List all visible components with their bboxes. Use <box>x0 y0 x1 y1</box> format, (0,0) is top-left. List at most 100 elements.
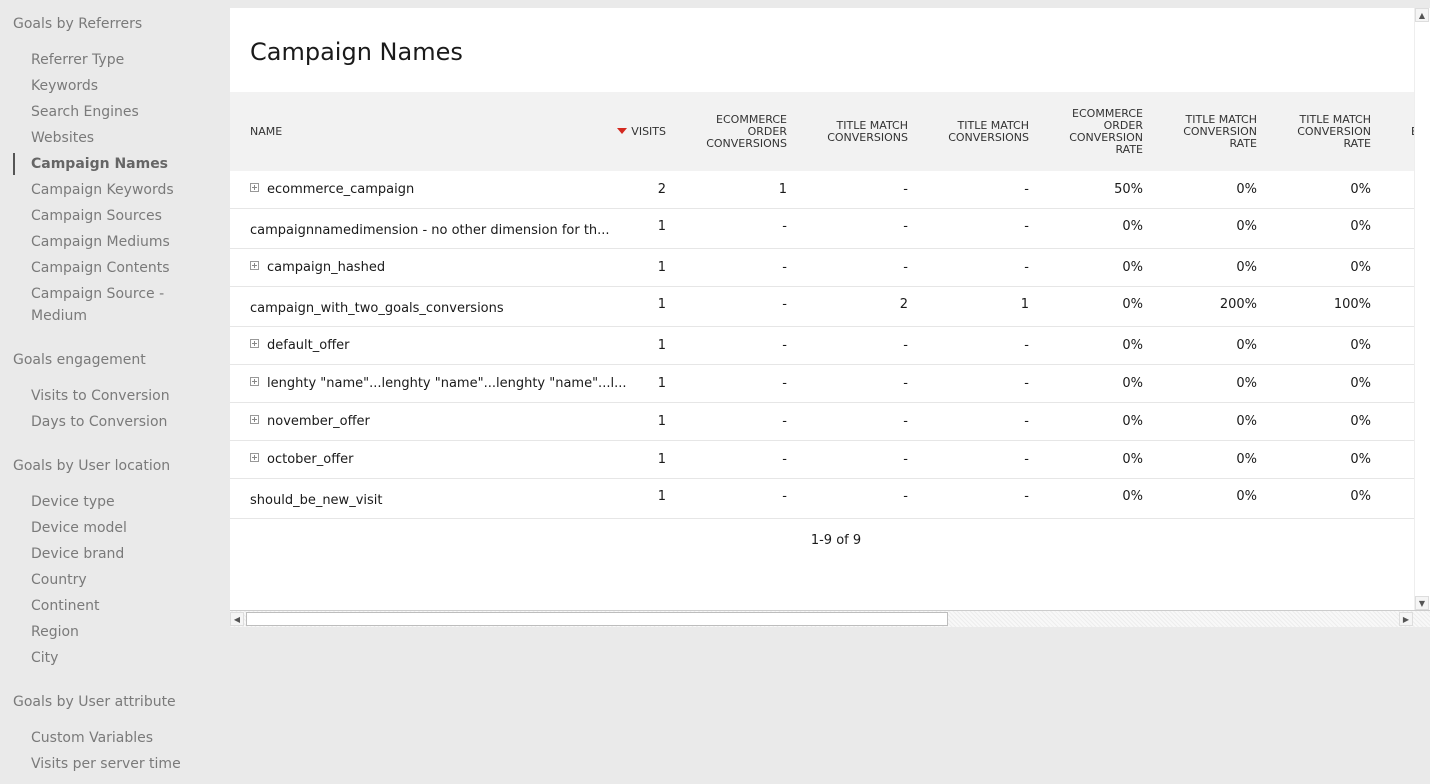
plus-square-icon[interactable] <box>250 183 259 192</box>
row-value: - <box>782 219 787 234</box>
group-title-user-attribute: Goals by User attribute <box>13 694 176 710</box>
row-value: 0% <box>1350 260 1371 275</box>
plus-square-icon[interactable] <box>250 415 259 424</box>
nav-item-visits-per-server-time[interactable]: Visits per server time <box>31 753 216 775</box>
row-label: campaignnamedimension - no other dimensi… <box>250 223 610 238</box>
plus-square-icon[interactable] <box>250 453 259 462</box>
row-label[interactable]: november_offer <box>250 414 630 429</box>
plus-square-icon[interactable] <box>250 261 259 270</box>
table-row[interactable]: campaign_hashed 1 - - - 0% 0% 0% <box>230 249 1414 287</box>
row-value: 100% <box>1333 297 1371 312</box>
column-header-title-match-conversion-rate-1[interactable]: TITLE MATCH CONVERSION RATE <box>1167 92 1257 171</box>
nav-item-device-brand[interactable]: Device brand <box>31 543 216 565</box>
row-value: 1 <box>657 414 666 429</box>
nav-item-referrer-type[interactable]: Referrer Type <box>31 49 216 71</box>
group-title-referrers: Goals by Referrers <box>13 16 143 32</box>
pagination-info: 1-9 of 9 <box>810 533 862 548</box>
column-header-title-match-conversion-rate-2[interactable]: TITLE MATCH CONVERSION RATE <box>1281 92 1371 171</box>
row-label[interactable]: october_offer <box>250 452 630 467</box>
vertical-scrollbar[interactable]: ▲ ▼ <box>1414 8 1430 611</box>
nav-item-campaign-keywords[interactable]: Campaign Keywords <box>31 179 216 201</box>
row-value: - <box>1024 219 1029 234</box>
nav-item-campaign-source-medium[interactable]: Campaign Source - Medium <box>31 283 191 327</box>
row-value: - <box>1024 414 1029 429</box>
column-header-ecommerce-order-conversions[interactable]: ECOMMERCE ORDER CONVERSIONS <box>697 92 787 171</box>
row-label[interactable]: campaign_hashed <box>250 260 630 275</box>
row-value: - <box>903 489 908 504</box>
nav-item-campaign-names[interactable]: Campaign Names <box>31 153 216 175</box>
horizontal-scrollbar[interactable]: ◀ ▶ <box>230 610 1430 627</box>
arrow-down-icon[interactable]: ▼ <box>1415 596 1429 610</box>
table-body: ecommerce_campaign 2 1 - - 50% 0% 0% campaignnam… <box>230 171 1414 519</box>
nav-item-search-engines[interactable]: Search Engines <box>31 101 216 123</box>
row-value: - <box>903 452 908 467</box>
row-value: 1 <box>657 376 666 391</box>
nav-item-days-to-conversion[interactable]: Days to Conversion <box>31 411 216 433</box>
horizontal-scroll-thumb[interactable] <box>246 612 948 626</box>
table-row[interactable]: should_be_new_visit 1 - - - 0% 0% 0% <box>230 479 1414 519</box>
report-panel: Campaign Names NAME VISITS ECOMMERCE ORD… <box>230 8 1430 627</box>
column-header-ecommerce-order-conversion-rate[interactable]: ECOMMERCE ORDER CONVERSION RATE <box>1053 92 1143 171</box>
table-row[interactable]: october_offer 1 - - - 0% 0% 0% <box>230 441 1414 479</box>
page-title: Campaign Names <box>250 38 463 66</box>
nav-item-keywords[interactable]: Keywords <box>31 75 216 97</box>
row-value: 0% <box>1122 376 1143 391</box>
row-value: 0% <box>1122 338 1143 353</box>
row-value: - <box>782 489 787 504</box>
row-value: - <box>1024 452 1029 467</box>
row-value: 0% <box>1350 414 1371 429</box>
arrow-left-icon[interactable]: ◀ <box>230 612 244 626</box>
row-value: - <box>782 297 787 312</box>
row-value: 0% <box>1122 414 1143 429</box>
table-row[interactable]: default_offer 1 - - - 0% 0% 0% <box>230 327 1414 365</box>
nav-item-websites[interactable]: Websites <box>31 127 216 149</box>
arrow-up-icon[interactable]: ▲ <box>1415 8 1429 22</box>
sort-desc-icon <box>617 127 628 134</box>
plus-square-icon[interactable] <box>250 339 259 348</box>
table-row[interactable]: campaignnamedimension - no other dimensi… <box>230 209 1414 249</box>
column-header-name[interactable]: NAME <box>250 92 450 171</box>
nav-item-city[interactable]: City <box>31 647 216 669</box>
plus-square-icon[interactable] <box>250 377 259 386</box>
row-value: 1 <box>657 219 666 234</box>
row-value: - <box>782 338 787 353</box>
column-header-visits[interactable]: VISITS <box>610 92 666 171</box>
nav-item-device-type[interactable]: Device type <box>31 491 216 513</box>
active-indicator <box>13 153 15 175</box>
table-row[interactable]: campaign_with_two_goals_conversions 1 - 2 1 0… <box>230 287 1414 327</box>
row-label[interactable]: ecommerce_campaign <box>250 182 630 197</box>
nav-item-continent[interactable]: Continent <box>31 595 216 617</box>
row-value: - <box>1024 376 1029 391</box>
nav-item-campaign-mediums[interactable]: Campaign Mediums <box>31 231 216 253</box>
row-value: - <box>1024 182 1029 197</box>
row-value: 2 <box>899 297 908 312</box>
row-label[interactable]: lenghty "name"...lenghty "name"...lenght… <box>250 376 630 391</box>
row-label[interactable]: default_offer <box>250 338 630 353</box>
row-value: - <box>782 452 787 467</box>
table-row[interactable]: november_offer 1 - - - 0% 0% 0% <box>230 403 1414 441</box>
row-value: 0% <box>1350 376 1371 391</box>
arrow-right-icon[interactable]: ▶ <box>1399 612 1413 626</box>
column-header-title-match-conversions-2[interactable]: TITLE MATCH CONVERSIONS <box>934 92 1029 171</box>
column-header-title-match-conversions-1[interactable]: TITLE MATCH CONVERSIONS <box>813 92 908 171</box>
row-value: 0% <box>1350 338 1371 353</box>
group-title-engagement: Goals engagement <box>13 352 146 368</box>
nav-item-campaign-sources[interactable]: Campaign Sources <box>31 205 216 227</box>
row-value: 0% <box>1236 489 1257 504</box>
nav-item-visits-to-conversion[interactable]: Visits to Conversion <box>31 385 216 407</box>
row-value: 1 <box>1020 297 1029 312</box>
row-value: 2 <box>657 182 666 197</box>
row-value: 1 <box>657 260 666 275</box>
row-label: campaign_with_two_goals_conversions <box>250 301 504 316</box>
nav-item-country[interactable]: Country <box>31 569 216 591</box>
table-row[interactable]: lenghty "name"...lenghty "name"...lenght… <box>230 365 1414 403</box>
table-row[interactable]: ecommerce_campaign 2 1 - - 50% 0% 0% <box>230 171 1414 209</box>
row-value: 0% <box>1122 489 1143 504</box>
row-value: 50% <box>1114 182 1143 197</box>
row-value: 0% <box>1122 452 1143 467</box>
nav-item-campaign-contents[interactable]: Campaign Contents <box>31 257 216 279</box>
nav-item-device-model[interactable]: Device model <box>31 517 216 539</box>
row-value: 1 <box>778 182 787 197</box>
nav-item-region[interactable]: Region <box>31 621 216 643</box>
nav-item-custom-variables[interactable]: Custom Variables <box>31 727 216 749</box>
